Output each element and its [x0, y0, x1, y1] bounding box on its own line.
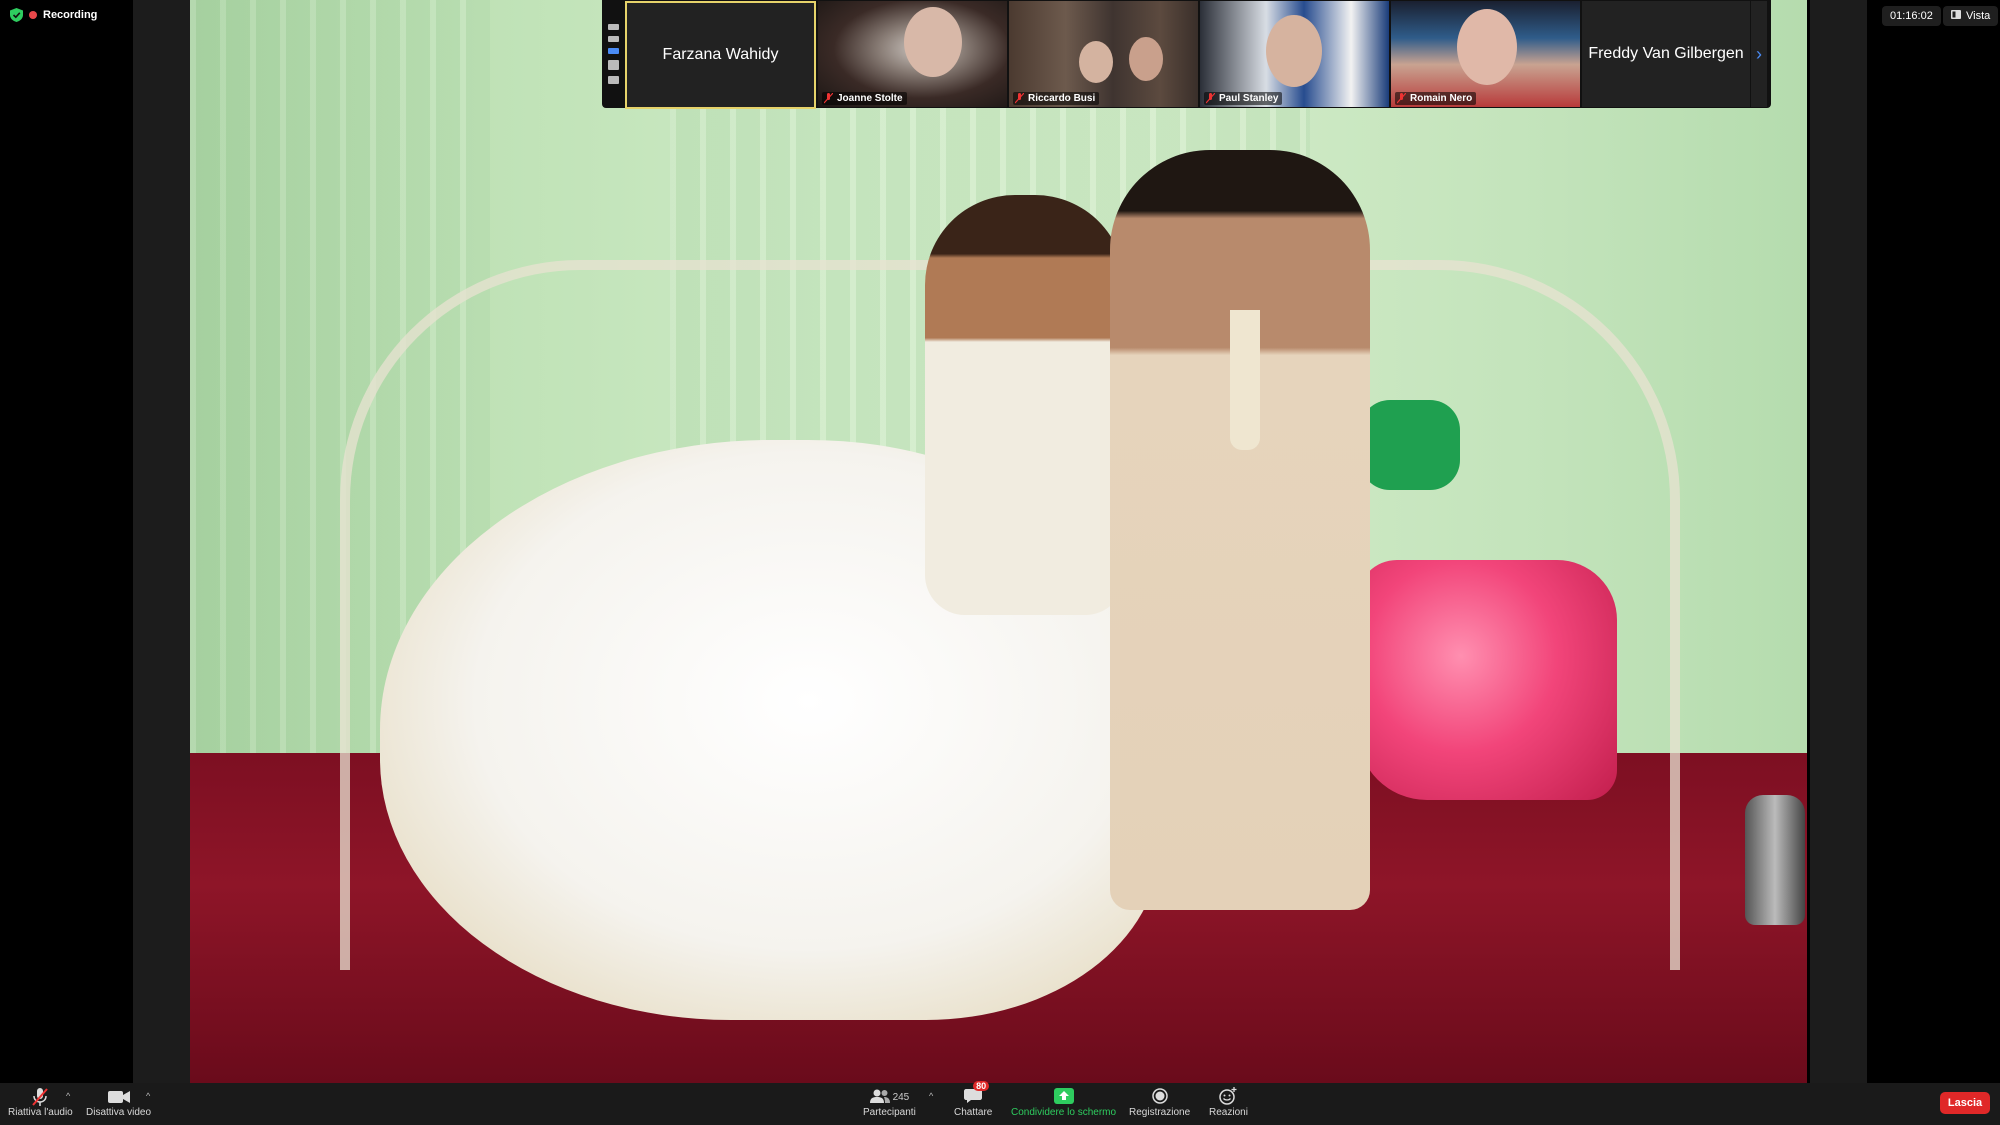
gallery-layout-controls: [602, 0, 624, 108]
right-letterbox: [1810, 0, 1867, 1083]
video-camera-icon: [107, 1087, 130, 1107]
gallery-grid-icon[interactable]: [607, 60, 619, 70]
video-gallery-strip: Farzana Wahidy Joanne Stolte Riccardo Bu…: [602, 0, 1771, 109]
people-icon: [869, 1089, 890, 1106]
audio-label: Riattiva l'audio: [8, 1107, 73, 1118]
shared-screen-photo: [190, 0, 1807, 1083]
video-tile[interactable]: Freddy Van Gilbergen: [1582, 1, 1750, 107]
participants-label: Partecipanti: [863, 1107, 916, 1118]
audio-options-caret-icon[interactable]: ^: [66, 1091, 70, 1101]
recording-indicator[interactable]: Recording: [10, 8, 97, 22]
participant-video: [1079, 41, 1113, 83]
tile-label: Joanne Stolte: [822, 92, 907, 105]
stop-video-button[interactable]: Disattiva video: [86, 1087, 151, 1118]
minimize-icon[interactable]: [607, 24, 619, 30]
participant-name: Romain Nero: [1410, 93, 1473, 104]
video-options-caret-icon[interactable]: ^: [146, 1091, 150, 1101]
record-label: Registrazione: [1129, 1107, 1191, 1118]
record-icon: [1151, 1087, 1168, 1107]
video-tile[interactable]: Paul Stanley: [1200, 1, 1389, 107]
video-tile-active-speaker[interactable]: Farzana Wahidy: [625, 1, 816, 109]
mic-muted-icon: [824, 93, 833, 104]
participant-video: [1266, 15, 1322, 87]
participants-icon-wrap: 245: [869, 1087, 910, 1107]
participants-button[interactable]: 245 Partecipanti: [863, 1087, 916, 1118]
tile-label: Romain Nero: [1395, 92, 1477, 105]
meeting-toolbar: Riattiva l'audio ^ Disattiva video ^ 245…: [0, 1081, 2000, 1125]
participant-name: Freddy Van Gilbergen: [1588, 45, 1744, 62]
record-button[interactable]: Registrazione: [1129, 1087, 1190, 1118]
record-icon-wrap: [1151, 1087, 1168, 1107]
shield-icon: [10, 8, 23, 22]
view-label: Vista: [1966, 10, 1991, 22]
strip-view-icon[interactable]: [607, 48, 619, 54]
grid-view-icon: [1951, 10, 1961, 22]
participant-name: Farzana Wahidy: [662, 46, 779, 63]
share-icon-wrap: [1053, 1087, 1074, 1107]
share-screen-icon: [1053, 1087, 1074, 1107]
mic-muted-icon: [1206, 93, 1215, 104]
chat-unread-badge: 80: [973, 1081, 990, 1091]
groom-tie: [1230, 310, 1260, 450]
chat-button[interactable]: 80 Chattare: [954, 1081, 993, 1118]
metal-jug: [1745, 795, 1805, 925]
green-bag: [1360, 400, 1460, 490]
participant-video: [1457, 9, 1517, 85]
share-label: Condividere lo schermo: [1011, 1107, 1117, 1118]
meeting-stage: [0, 0, 2000, 1083]
view-button[interactable]: Vista: [1943, 6, 1999, 26]
video-tile[interactable]: Riccardo Busi: [1009, 1, 1198, 107]
gallery-next-arrow-icon[interactable]: ›: [1751, 1, 1767, 107]
participant-video: [904, 7, 962, 77]
participant-video: [1129, 37, 1163, 81]
chat-label: Chattare: [954, 1107, 993, 1118]
participant-name: Joanne Stolte: [837, 93, 903, 104]
chat-icon-wrap: 80: [964, 1081, 990, 1107]
share-layout-icon[interactable]: [607, 76, 619, 84]
mic-muted-icon: [31, 1087, 49, 1107]
participants-options-caret-icon[interactable]: ^: [929, 1091, 933, 1101]
pink-pillow: [1357, 560, 1617, 800]
groom-figure: [1110, 150, 1370, 910]
participants-count: 245: [892, 1091, 910, 1103]
reactions-icon-wrap: [1219, 1086, 1237, 1108]
reactions-button[interactable]: Reazioni: [1209, 1086, 1248, 1118]
share-screen-button[interactable]: Condividere lo schermo: [1011, 1087, 1116, 1118]
left-letterbox: [133, 0, 190, 1083]
unmute-audio-button[interactable]: Riattiva l'audio: [8, 1087, 73, 1118]
reactions-label: Reazioni: [1209, 1107, 1248, 1118]
recording-label: Recording: [43, 9, 98, 21]
participant-name: Paul Stanley: [1219, 93, 1279, 104]
mic-muted-icon: [1015, 93, 1024, 104]
speaker-view-icon[interactable]: [607, 36, 619, 42]
leave-meeting-button[interactable]: Lascia: [1940, 1092, 1990, 1114]
tile-label: Paul Stanley: [1204, 92, 1283, 105]
smiley-icon: [1219, 1086, 1237, 1108]
video-label: Disattiva video: [86, 1107, 152, 1118]
tile-label: Riccardo Busi: [1013, 92, 1100, 105]
video-tile[interactable]: Romain Nero: [1391, 1, 1580, 107]
record-dot-icon: [29, 11, 37, 19]
bride-figure: [925, 195, 1125, 615]
participant-name: Riccardo Busi: [1028, 93, 1096, 104]
mic-muted-icon: [1397, 93, 1406, 104]
video-tile[interactable]: Joanne Stolte: [818, 1, 1007, 107]
meeting-timer: 01:16:02: [1882, 6, 1941, 26]
